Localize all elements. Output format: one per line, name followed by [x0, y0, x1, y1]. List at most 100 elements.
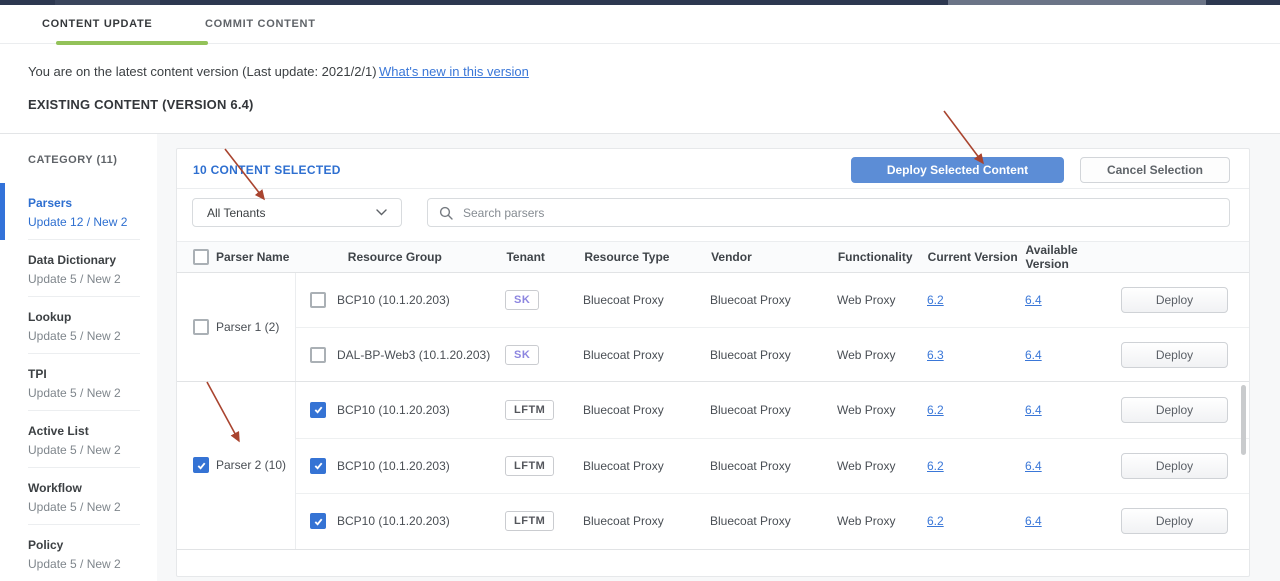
sidebar-item-parsers[interactable]: Parsers Update 12 / New 2	[0, 183, 157, 240]
header-cell-resource-group: Resource Group	[298, 250, 507, 264]
tenant-badge: SK	[505, 290, 539, 310]
sidebar-item-title: Parsers	[28, 196, 157, 210]
available-version-link[interactable]: 6.4	[1025, 293, 1042, 307]
vendor-cell: Bluecoat Proxy	[710, 514, 837, 528]
table-row: DAL-BP-Web3 (10.1.20.203) SK Bluecoat Pr…	[296, 327, 1249, 381]
sidebar-item-subtitle: Update 5 / New 2	[28, 272, 157, 286]
current-version-cell: 6.3	[927, 348, 1025, 362]
current-version-link[interactable]: 6.2	[927, 403, 944, 417]
header-cell-vendor: Vendor	[711, 250, 838, 264]
tenant-cell: SK	[505, 345, 583, 365]
parser-1-checkbox[interactable]	[193, 319, 209, 335]
sidebar-item-title: Lookup	[28, 310, 157, 324]
available-version-link[interactable]: 6.4	[1025, 514, 1042, 528]
current-version-cell: 6.2	[927, 293, 1025, 307]
header-cell-current-version: Current Version	[928, 250, 1026, 264]
sidebar-item-subtitle: Update 5 / New 2	[28, 500, 157, 514]
resource-type-cell: Bluecoat Proxy	[583, 514, 710, 528]
parser-group-2-rows: BCP10 (10.1.20.203) LFTM Bluecoat Proxy …	[296, 382, 1249, 549]
available-version-cell: 6.4	[1025, 514, 1121, 528]
tenant-cell: SK	[505, 290, 583, 310]
version-status-text: You are on the latest content version (L…	[28, 64, 377, 79]
vendor-cell: Bluecoat Proxy	[710, 459, 837, 473]
chevron-down-icon	[376, 209, 387, 216]
available-version-cell: 6.4	[1025, 348, 1121, 362]
sidebar-item-subtitle: Update 12 / New 2	[28, 215, 157, 229]
current-version-link[interactable]: 6.2	[927, 459, 944, 473]
sidebar-item-policy[interactable]: Policy Update 5 / New 2	[0, 525, 157, 581]
column-label-resource-type: Resource Type	[584, 250, 669, 264]
sidebar-item-title: Data Dictionary	[28, 253, 157, 267]
column-label-current-version: Current Version	[928, 250, 1018, 264]
available-version-link[interactable]: 6.4	[1025, 459, 1042, 473]
current-version-link[interactable]: 6.2	[927, 514, 944, 528]
tenant-cell: LFTM	[505, 456, 583, 476]
selection-toolbar: 10 CONTENT SELECTED Deploy Selected Cont…	[177, 149, 1249, 189]
tenant-filter-value: All Tenants	[207, 206, 376, 220]
row-checkbox[interactable]	[310, 513, 326, 529]
sidebar-item-title: Active List	[28, 424, 157, 438]
resource-group-cell: DAL-BP-Web3 (10.1.20.203)	[296, 347, 505, 363]
available-version-link[interactable]: 6.4	[1025, 403, 1042, 417]
sidebar-item-data-dictionary[interactable]: Data Dictionary Update 5 / New 2	[0, 240, 157, 297]
current-version-link[interactable]: 6.2	[927, 293, 944, 307]
parser-group-2-cell: Parser 2 (10)	[177, 382, 296, 549]
deploy-row-button[interactable]: Deploy	[1121, 453, 1228, 479]
tab-commit-content[interactable]: COMMIT CONTENT	[205, 5, 316, 43]
sidebar-item-subtitle: Update 5 / New 2	[28, 386, 157, 400]
table-row: BCP10 (10.1.20.203) LFTM Bluecoat Proxy …	[296, 382, 1249, 438]
current-version-cell: 6.2	[927, 514, 1025, 528]
row-checkbox[interactable]	[310, 458, 326, 474]
tenant-filter-select[interactable]: All Tenants	[192, 198, 402, 227]
vendor-cell: Bluecoat Proxy	[710, 403, 837, 417]
sidebar-item-lookup[interactable]: Lookup Update 5 / New 2	[0, 297, 157, 354]
column-label-functionality: Functionality	[838, 250, 913, 264]
search-parsers-input[interactable]	[463, 206, 1218, 220]
sidebar-item-title: Policy	[28, 538, 157, 552]
row-checkbox[interactable]	[310, 292, 326, 308]
table-row: BCP10 (10.1.20.203) LFTM Bluecoat Proxy …	[296, 438, 1249, 494]
deploy-row-button[interactable]: Deploy	[1121, 287, 1228, 313]
resource-group-name: BCP10 (10.1.20.203)	[337, 459, 450, 473]
whats-new-link[interactable]: What's new in this version	[379, 64, 529, 79]
header-cell-available-version: Available Version	[1025, 243, 1121, 271]
deploy-row-button[interactable]: Deploy	[1121, 508, 1228, 534]
resource-group-cell: BCP10 (10.1.20.203)	[296, 513, 505, 529]
resource-type-cell: Bluecoat Proxy	[583, 403, 710, 417]
current-version-cell: 6.2	[927, 403, 1025, 417]
column-label-available-version: Available Version	[1025, 243, 1077, 271]
resource-type-cell: Bluecoat Proxy	[583, 293, 710, 307]
sidebar-item-tpi[interactable]: TPI Update 5 / New 2	[0, 354, 157, 411]
column-label-tenant: Tenant	[506, 250, 544, 264]
deploy-row-button[interactable]: Deploy	[1121, 342, 1228, 368]
resource-group-name: DAL-BP-Web3 (10.1.20.203)	[337, 348, 490, 362]
parser-2-checkbox[interactable]	[193, 457, 209, 473]
existing-content-title: EXISTING CONTENT (VERSION 6.4)	[28, 97, 254, 112]
action-cell: Deploy	[1121, 397, 1249, 423]
sidebar-item-active-list[interactable]: Active List Update 5 / New 2	[0, 411, 157, 468]
resource-group-cell: BCP10 (10.1.20.203)	[296, 292, 505, 308]
select-all-checkbox[interactable]	[193, 249, 209, 265]
tenant-badge: LFTM	[505, 456, 554, 476]
sidebar-item-subtitle: Update 5 / New 2	[28, 329, 157, 343]
cancel-selection-button[interactable]: Cancel Selection	[1080, 157, 1230, 183]
resource-group-name: BCP10 (10.1.20.203)	[337, 403, 450, 417]
vertical-scrollbar-thumb[interactable]	[1241, 385, 1246, 455]
resource-group-name: BCP10 (10.1.20.203)	[337, 293, 450, 307]
tab-commit-content-label: COMMIT CONTENT	[205, 18, 316, 30]
active-tab-underline	[56, 41, 208, 45]
tab-content-update[interactable]: CONTENT UPDATE	[42, 5, 152, 43]
search-icon	[439, 206, 453, 220]
resource-type-cell: Bluecoat Proxy	[583, 348, 710, 362]
tenant-badge: LFTM	[505, 400, 554, 420]
parser-group-1: Parser 1 (2) BCP10 (10.1.20.203) SK Blue…	[177, 273, 1249, 382]
current-version-link[interactable]: 6.3	[927, 348, 944, 362]
available-version-link[interactable]: 6.4	[1025, 348, 1042, 362]
tenant-cell: LFTM	[505, 400, 583, 420]
row-checkbox[interactable]	[310, 402, 326, 418]
sidebar-item-workflow[interactable]: Workflow Update 5 / New 2	[0, 468, 157, 525]
deploy-selected-content-button[interactable]: Deploy Selected Content	[851, 157, 1064, 183]
row-checkbox[interactable]	[310, 347, 326, 363]
deploy-row-button[interactable]: Deploy	[1121, 397, 1228, 423]
content-update-page: CONTENT UPDATE COMMIT CONTENT You are on…	[0, 0, 1280, 581]
